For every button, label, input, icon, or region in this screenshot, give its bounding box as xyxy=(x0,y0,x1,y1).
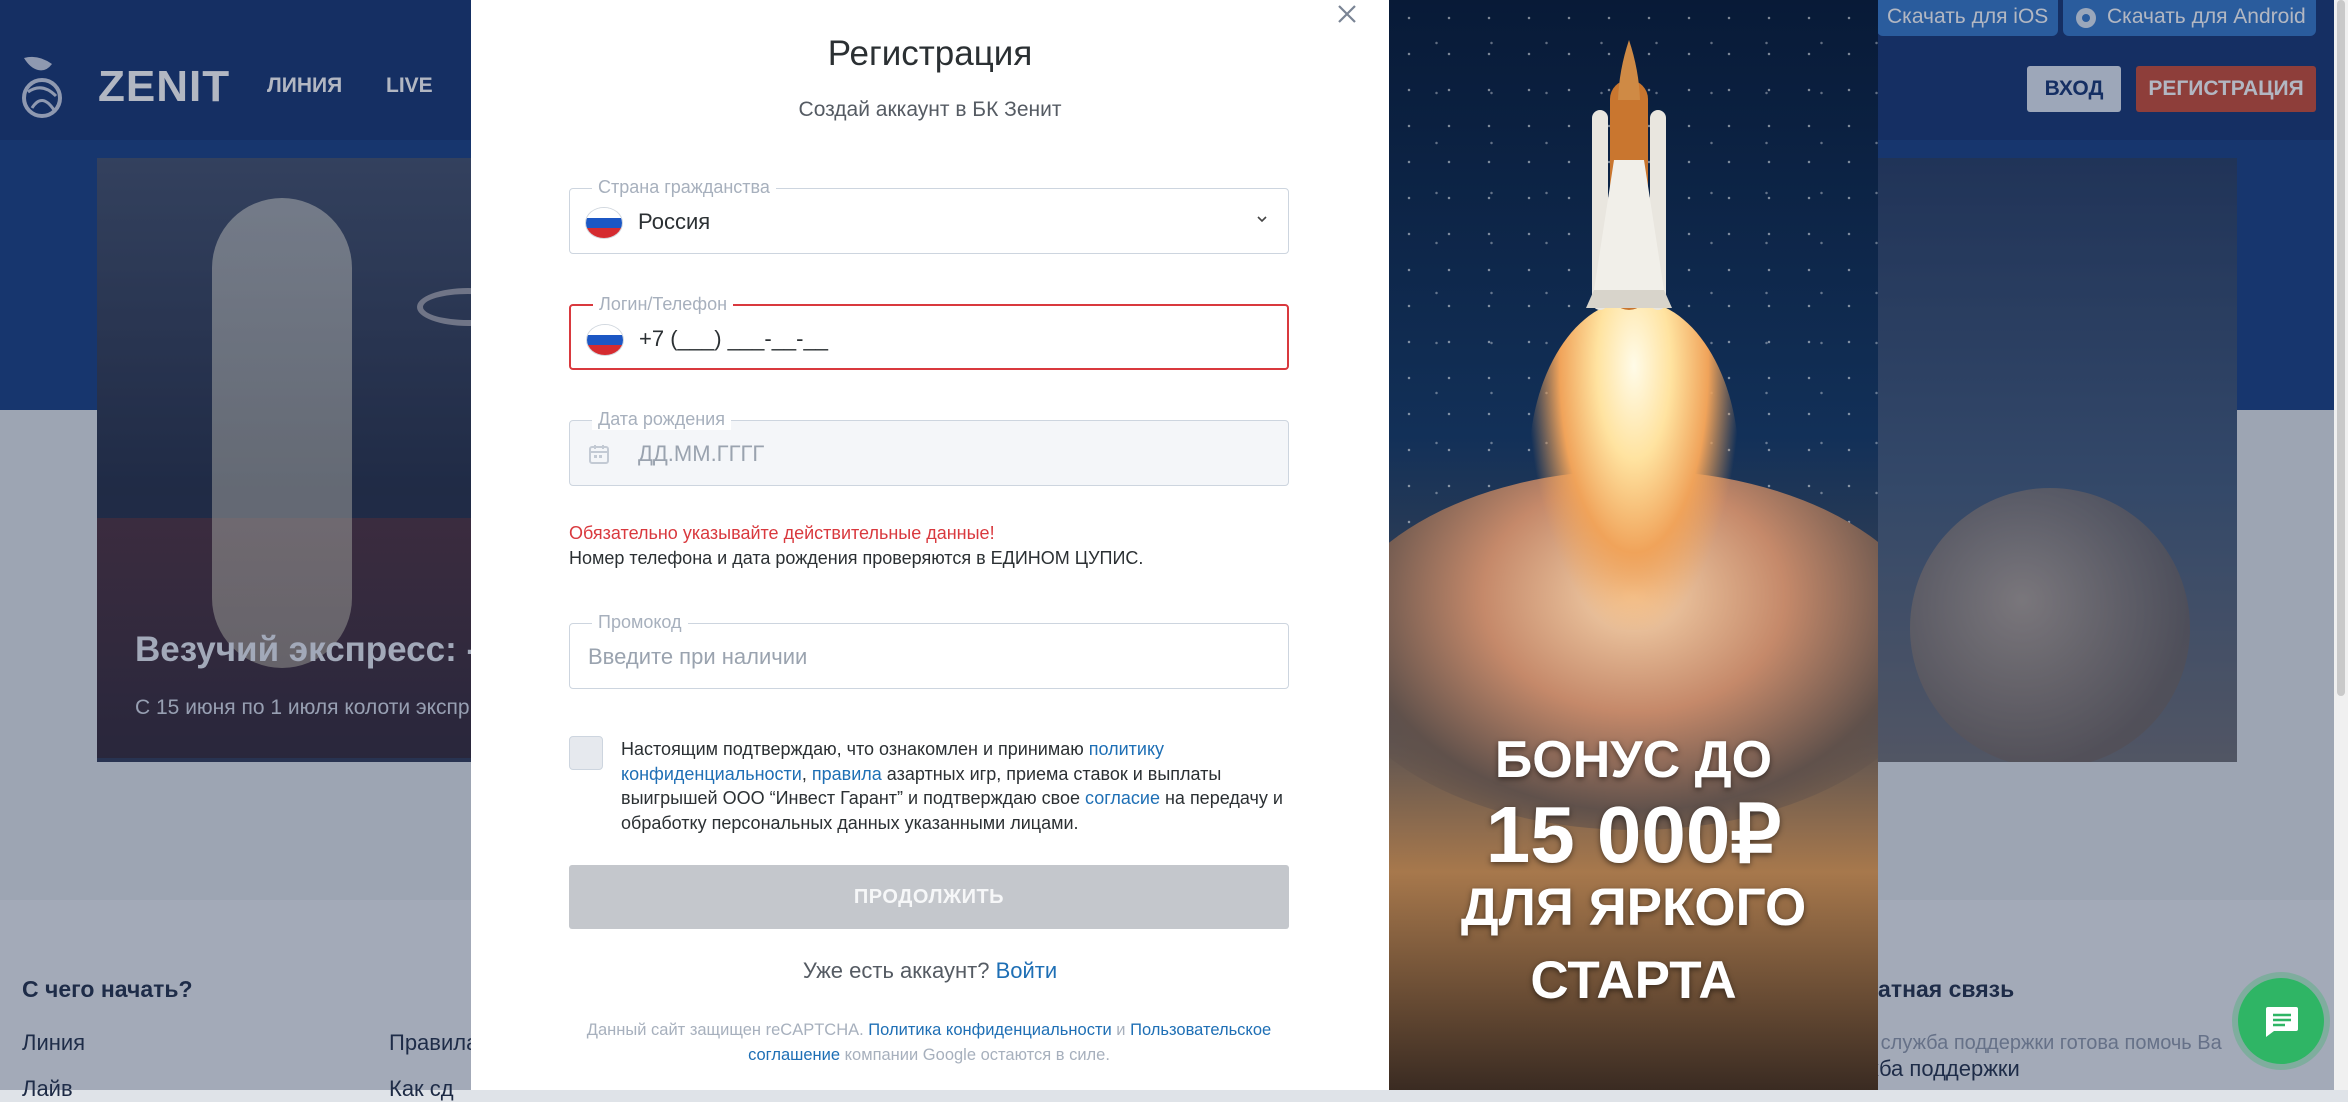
calendar-icon xyxy=(589,445,609,464)
close-icon[interactable] xyxy=(1330,0,1364,26)
promocode-placeholder: Введите при наличии xyxy=(588,644,808,669)
space-shuttle-image xyxy=(1586,40,1672,310)
phone-input[interactable]: Логин/Телефон +7 (___) ___-__-__ xyxy=(569,294,1289,370)
birthdate-label: Дата рождения xyxy=(592,409,731,430)
country-label: Страна гражданства xyxy=(592,177,776,198)
captcha-text-part: компании Google остаются в силе. xyxy=(840,1045,1110,1064)
captcha-text-part: Данный сайт защищен reCAPTCHA. xyxy=(586,1021,869,1039)
have-account-text: Уже есть аккаунт? xyxy=(802,958,990,983)
promo-line-2: 15 000₽ xyxy=(1485,790,1782,879)
consent-text-part: Настоящим подтверждаю, что ознакомлен и … xyxy=(621,739,1089,759)
rocket-exhaust-image xyxy=(1529,300,1739,630)
country-select[interactable]: Страна гражданства Россия xyxy=(569,177,1289,254)
consent-text-part: , xyxy=(801,763,812,784)
chevron-down-icon xyxy=(1257,216,1267,223)
chat-icon xyxy=(2266,1007,2298,1037)
promocode-label: Промокод xyxy=(592,612,688,633)
country-value: Россия xyxy=(638,209,711,234)
login-link[interactable]: Войти xyxy=(996,958,1058,983)
modal-title: Регистрация xyxy=(827,34,1033,73)
consent-link[interactable]: согласие xyxy=(1085,788,1160,808)
continue-button[interactable]: ПРОДОЛЖИТЬ xyxy=(569,865,1289,929)
chat-button[interactable] xyxy=(2238,978,2324,1064)
phone-value: +7 (___) ___-__-__ xyxy=(639,326,828,351)
captcha-text-part: и xyxy=(1111,1021,1131,1039)
phone-label: Логин/Телефон xyxy=(593,294,734,315)
validation-warning: Обязательно указывайте действительные да… xyxy=(569,523,995,543)
birthdate-input[interactable]: Дата рождения ДД.ММ.ГГГГ xyxy=(569,409,1289,486)
google-privacy-link[interactable]: Политика конфиденциальности xyxy=(868,1021,1111,1039)
birthdate-placeholder: ДД.ММ.ГГГГ xyxy=(638,441,765,466)
modal-subtitle: Создай аккаунт в БК Зенит xyxy=(798,98,1062,121)
promo-line-1: БОНУС ДО xyxy=(1494,731,1773,789)
consent-text: Настоящим подтверждаю, что ознакомлен и … xyxy=(621,737,1295,835)
promo-line-3: ДЛЯ ЯРКОГО xyxy=(1460,878,1807,937)
validation-note: Номер телефона и дата рождения проверяют… xyxy=(569,548,1144,568)
promocode-input[interactable]: Промокод Введите при наличии xyxy=(569,612,1289,689)
recaptcha-notice: Данный сайт защищен reCAPTCHA. Политика … xyxy=(569,1018,1289,1067)
have-account-row: Уже есть аккаунт? Войти xyxy=(471,958,1389,984)
page-scrollbar-thumb[interactable] xyxy=(2337,0,2345,696)
consent-checkbox[interactable] xyxy=(569,736,603,770)
russia-flag-icon xyxy=(585,207,623,239)
promo-line-4: СТАРТА xyxy=(1530,951,1737,1010)
rules-link[interactable]: правила xyxy=(812,764,882,784)
russia-flag-icon xyxy=(586,324,624,356)
